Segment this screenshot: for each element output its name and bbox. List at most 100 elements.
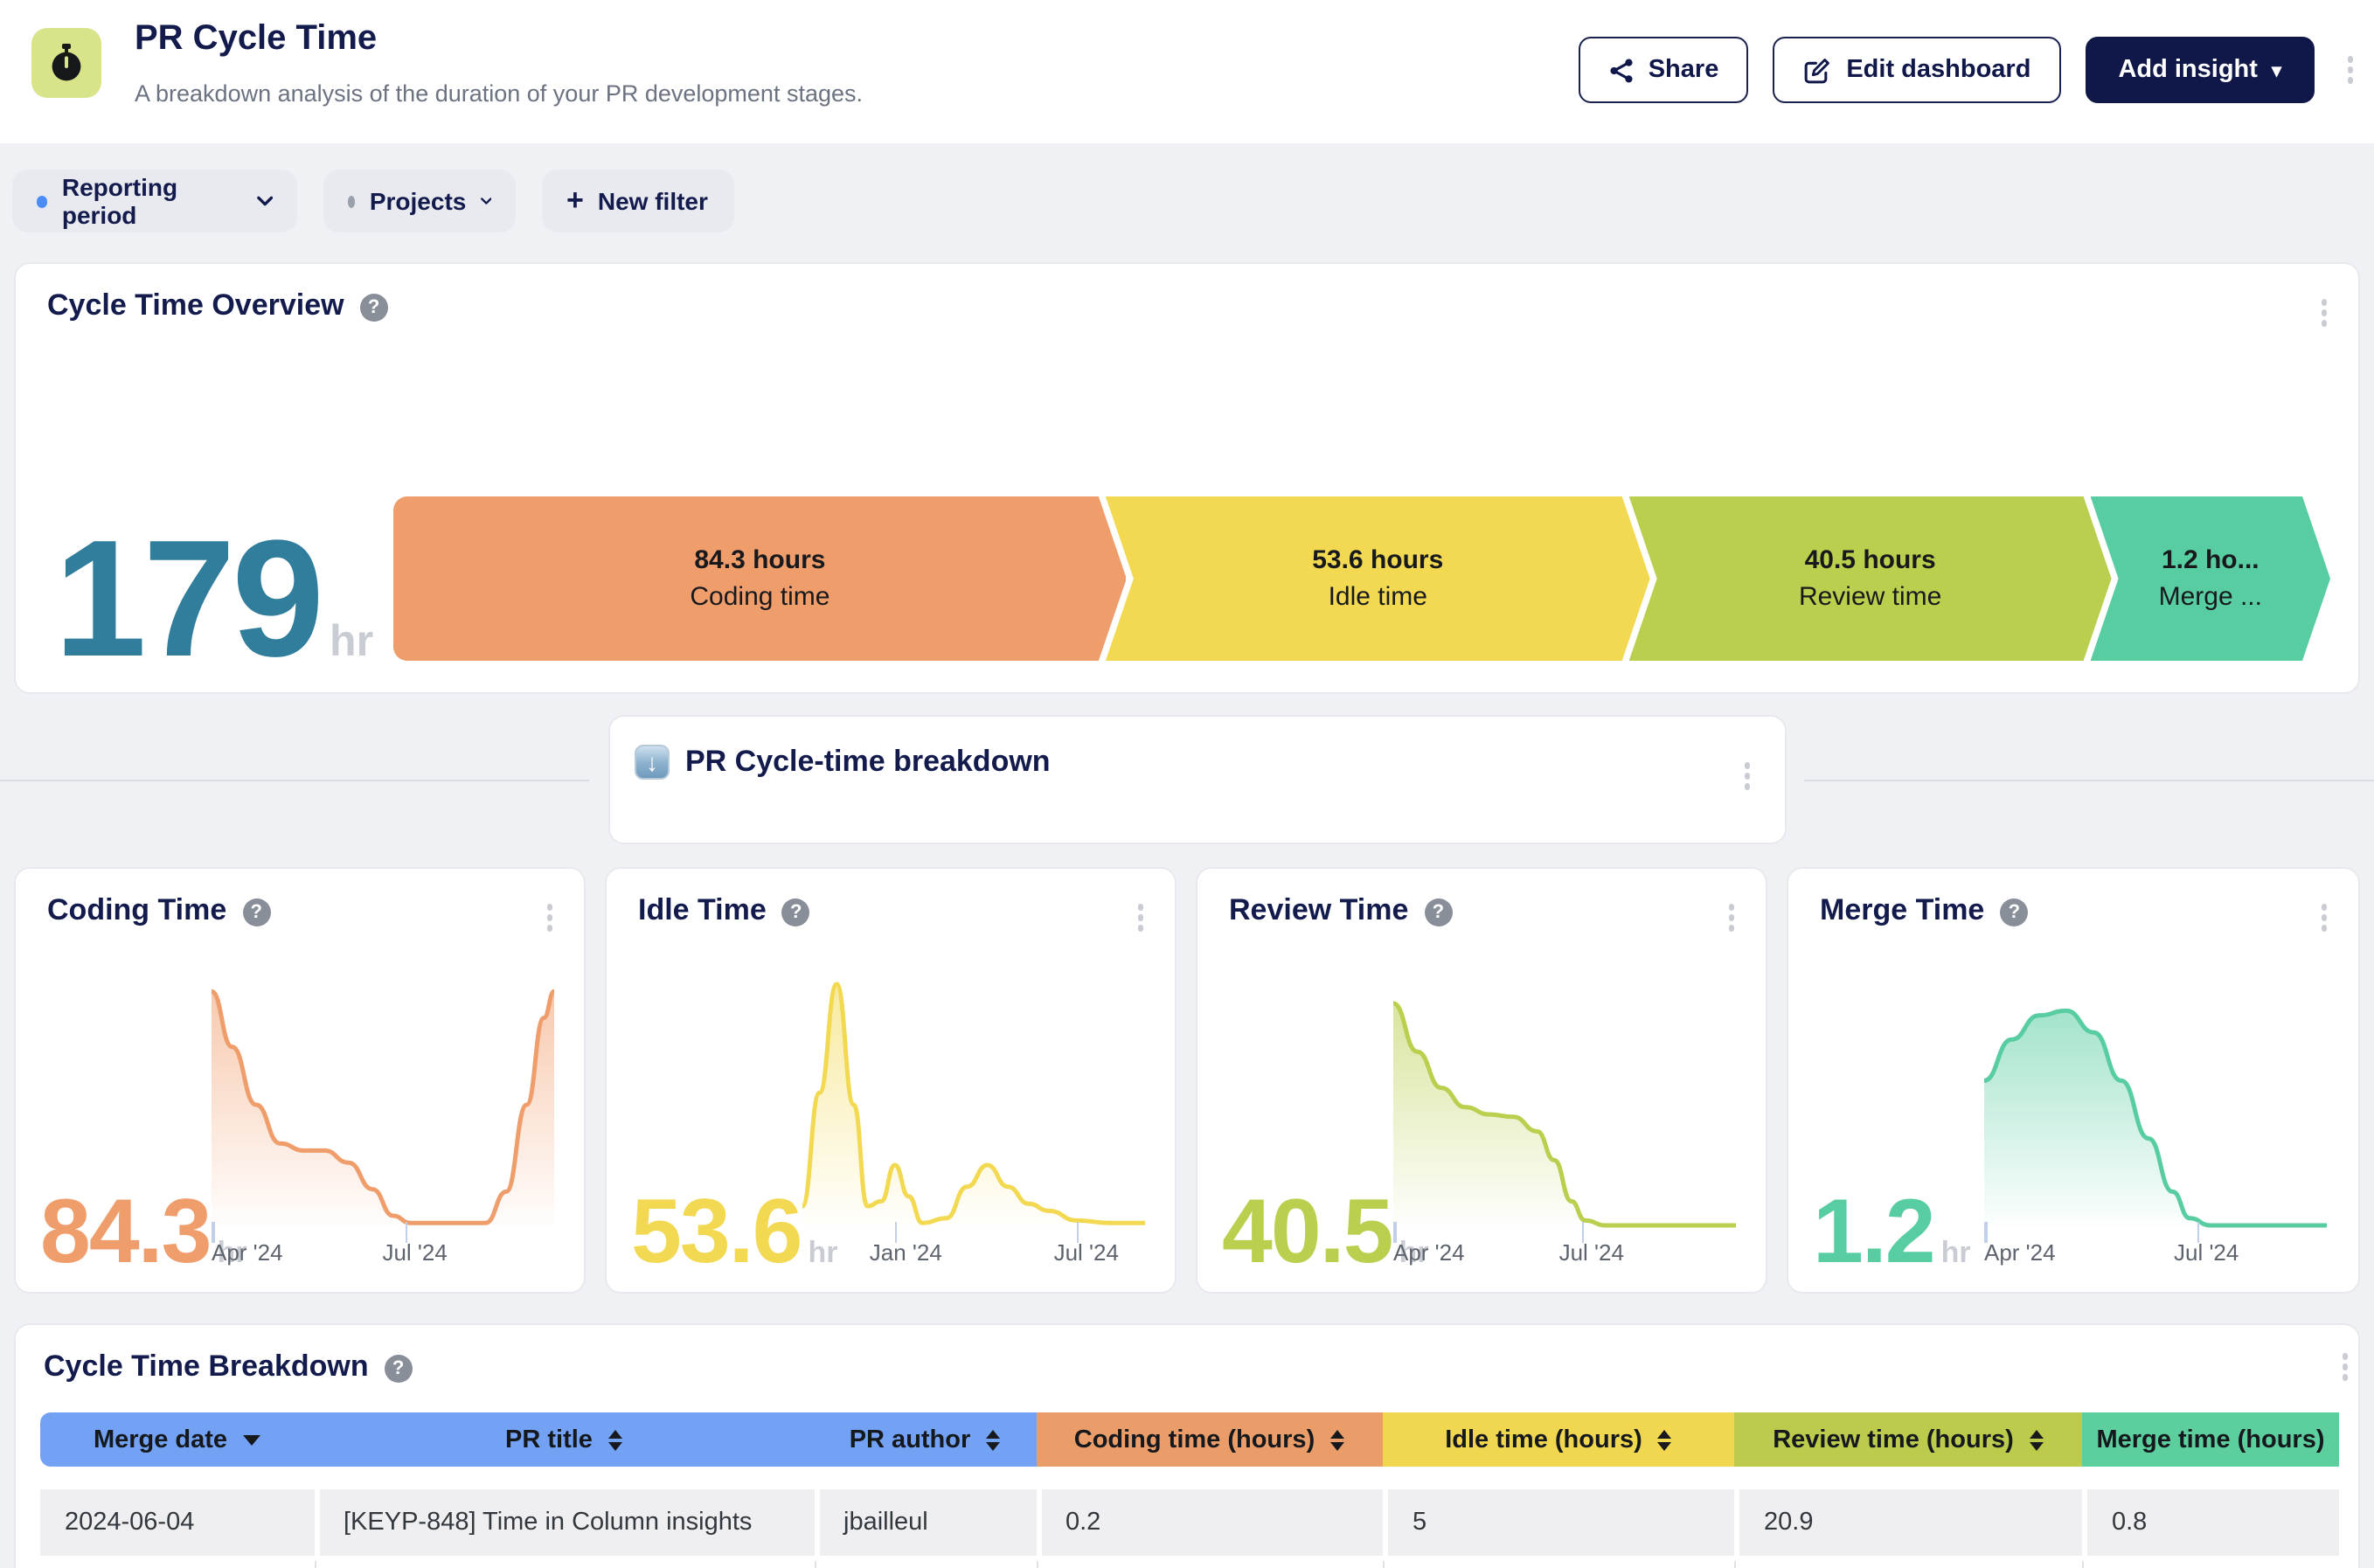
metric-unit: hr [1941, 1236, 1971, 1271]
x-axis-tick-label: Apr '24 [1393, 1239, 1465, 1266]
column-header-pr-author[interactable]: PR author [814, 1412, 1036, 1467]
cycle-time-overview-card: Cycle Time Overview ? 179 hr 84.3 hours … [14, 262, 2360, 694]
x-axis-tick-label: Jul '24 [2174, 1239, 2239, 1266]
cycle-time-breakdown-card: Cycle Time Breakdown ? Merge date PR tit… [14, 1323, 2360, 1568]
filter-projects-label: Projects [370, 187, 467, 215]
cell-review-time: 20.9 [1734, 1489, 2082, 1556]
edit-dashboard-label: Edit dashboard [1846, 56, 2030, 84]
share-icon [1608, 57, 1635, 83]
banner-title: PR Cycle-time breakdown [685, 745, 1051, 780]
plus-icon: + [566, 184, 584, 219]
cell-pr-author [814, 1561, 1036, 1568]
table-menu[interactable] [2335, 1346, 2355, 1387]
breakdown-banner-card: ↓ PR Cycle-time breakdown [608, 715, 1787, 844]
x-axis-tick-label: Jul '24 [382, 1239, 447, 1266]
cell-pr-title [314, 1561, 814, 1568]
stage-label: Coding time [690, 579, 830, 615]
table-row[interactable] [40, 1561, 2339, 1568]
cell-idle-time [1383, 1561, 1734, 1568]
active-filter-dot [37, 195, 48, 207]
x-axis-tick-label: Apr '24 [1984, 1239, 2056, 1266]
idle-time-card: Idle Time ? 53.6 hr Jan '24Jul '24 [605, 867, 1177, 1294]
metric-value: 1.2 [1813, 1194, 1934, 1271]
cell-pr-author: jbailleul [814, 1489, 1036, 1556]
metric-unit: hr [808, 1236, 837, 1271]
filter-reporting-period-label: Reporting period [62, 173, 243, 229]
header-overflow-menu[interactable] [2340, 49, 2360, 90]
idle-time-sparkline [802, 977, 1145, 1229]
column-header-merge-date[interactable]: Merge date [40, 1412, 314, 1467]
new-filter-label: New filter [598, 187, 708, 215]
stage-value: 84.3 hours [694, 542, 825, 579]
help-icon[interactable]: ? [242, 898, 270, 926]
cell-idle-time: 5 [1383, 1489, 1734, 1556]
funnel-stage-idle[interactable]: 53.6 hours Idle time [1106, 496, 1650, 661]
funnel-stage-coding[interactable]: 84.3 hours Coding time [393, 496, 1127, 661]
help-icon[interactable]: ? [385, 1355, 413, 1383]
overview-title: Cycle Time Overview [47, 288, 344, 323]
sort-desc-icon [243, 1434, 260, 1445]
sort-icon [1330, 1429, 1344, 1450]
x-axis-tick-label: Jan '24 [870, 1239, 942, 1266]
cell-coding-time [1036, 1561, 1383, 1568]
cell-merge-date [40, 1561, 314, 1568]
metric-menu[interactable] [2314, 897, 2334, 938]
help-icon[interactable]: ? [1424, 898, 1452, 926]
review-time-card: Review Time ? 40.5 hr Apr '24Jul '24 [1196, 867, 1767, 1294]
column-header-coding-time[interactable]: Coding time (hours) [1036, 1412, 1383, 1467]
table-row[interactable]: 2024-06-04 [KEYP-848] Time in Column ins… [40, 1489, 2339, 1556]
cell-merge-time: 0.8 [2082, 1489, 2339, 1556]
dashboard-page: PR Cycle Time A breakdown analysis of th… [0, 0, 2374, 1568]
column-header-pr-title[interactable]: PR title [314, 1412, 814, 1467]
x-axis-tick-label: Jul '24 [1559, 1239, 1624, 1266]
coding-time-sparkline [212, 977, 554, 1229]
metric-value: 40.5 [1222, 1194, 1392, 1271]
help-icon[interactable]: ? [360, 294, 388, 322]
total-unit: hr [330, 617, 373, 668]
table-title: Cycle Time Breakdown [44, 1349, 369, 1384]
merge-time-sparkline [1984, 977, 2327, 1229]
filter-reporting-period[interactable]: Reporting period [12, 170, 297, 232]
overview-menu[interactable] [2314, 292, 2334, 333]
metric-title: Coding Time [47, 893, 226, 928]
stage-value: 1.2 ho... [2162, 542, 2259, 579]
metric-menu[interactable] [1130, 897, 1150, 938]
help-icon[interactable]: ? [2000, 898, 2028, 926]
stopwatch-icon [45, 42, 87, 84]
top-bar: PR Cycle Time A breakdown analysis of th… [0, 0, 2374, 143]
funnel-stage-merge[interactable]: 1.2 ho... Merge ... [2091, 496, 2330, 661]
sort-icon [608, 1429, 622, 1450]
chevron-down-icon [257, 196, 273, 206]
cell-merge-date: 2024-06-04 [40, 1489, 314, 1556]
funnel-stage-review[interactable]: 40.5 hours Review time [1629, 496, 2112, 661]
header-actions: Share Edit dashboard Add insight ▾ [1579, 37, 2315, 103]
edit-icon [1802, 55, 1832, 85]
merge-time-card: Merge Time ? 1.2 hr Apr '24Jul '24 [1787, 867, 2360, 1294]
add-insight-button[interactable]: Add insight ▾ [2085, 37, 2315, 103]
filter-projects[interactable]: Projects [323, 170, 516, 232]
dashboard-icon [31, 28, 101, 98]
share-label: Share [1649, 56, 1719, 84]
new-filter-button[interactable]: + New filter [542, 170, 734, 232]
page-title: PR Cycle Time [135, 19, 377, 59]
column-header-review-time[interactable]: Review time (hours) [1734, 1412, 2082, 1467]
metric-menu[interactable] [539, 897, 559, 938]
cell-pr-title: [KEYP-848] Time in Column insights [314, 1489, 814, 1556]
total-value: 179 [54, 533, 321, 666]
stage-value: 53.6 hours [1312, 542, 1443, 579]
review-time-sparkline [1393, 977, 1736, 1229]
cell-review-time [1734, 1561, 2082, 1568]
banner-menu[interactable] [1737, 755, 1757, 796]
metric-value: 53.6 [631, 1194, 801, 1271]
metric-menu[interactable] [1721, 897, 1741, 938]
x-axis-tick-label: Apr '24 [212, 1239, 283, 1266]
help-icon[interactable]: ? [782, 898, 810, 926]
stage-label: Review time [1799, 579, 1941, 615]
table-header-row: Merge date PR title PR author Coding tim… [40, 1412, 2339, 1467]
cell-coding-time: 0.2 [1036, 1489, 1383, 1556]
sort-icon [2030, 1429, 2044, 1450]
share-button[interactable]: Share [1579, 37, 1749, 103]
column-header-merge-time[interactable]: Merge time (hours) [2082, 1412, 2339, 1467]
edit-dashboard-button[interactable]: Edit dashboard [1773, 37, 2060, 103]
column-header-idle-time[interactable]: Idle time (hours) [1383, 1412, 1734, 1467]
